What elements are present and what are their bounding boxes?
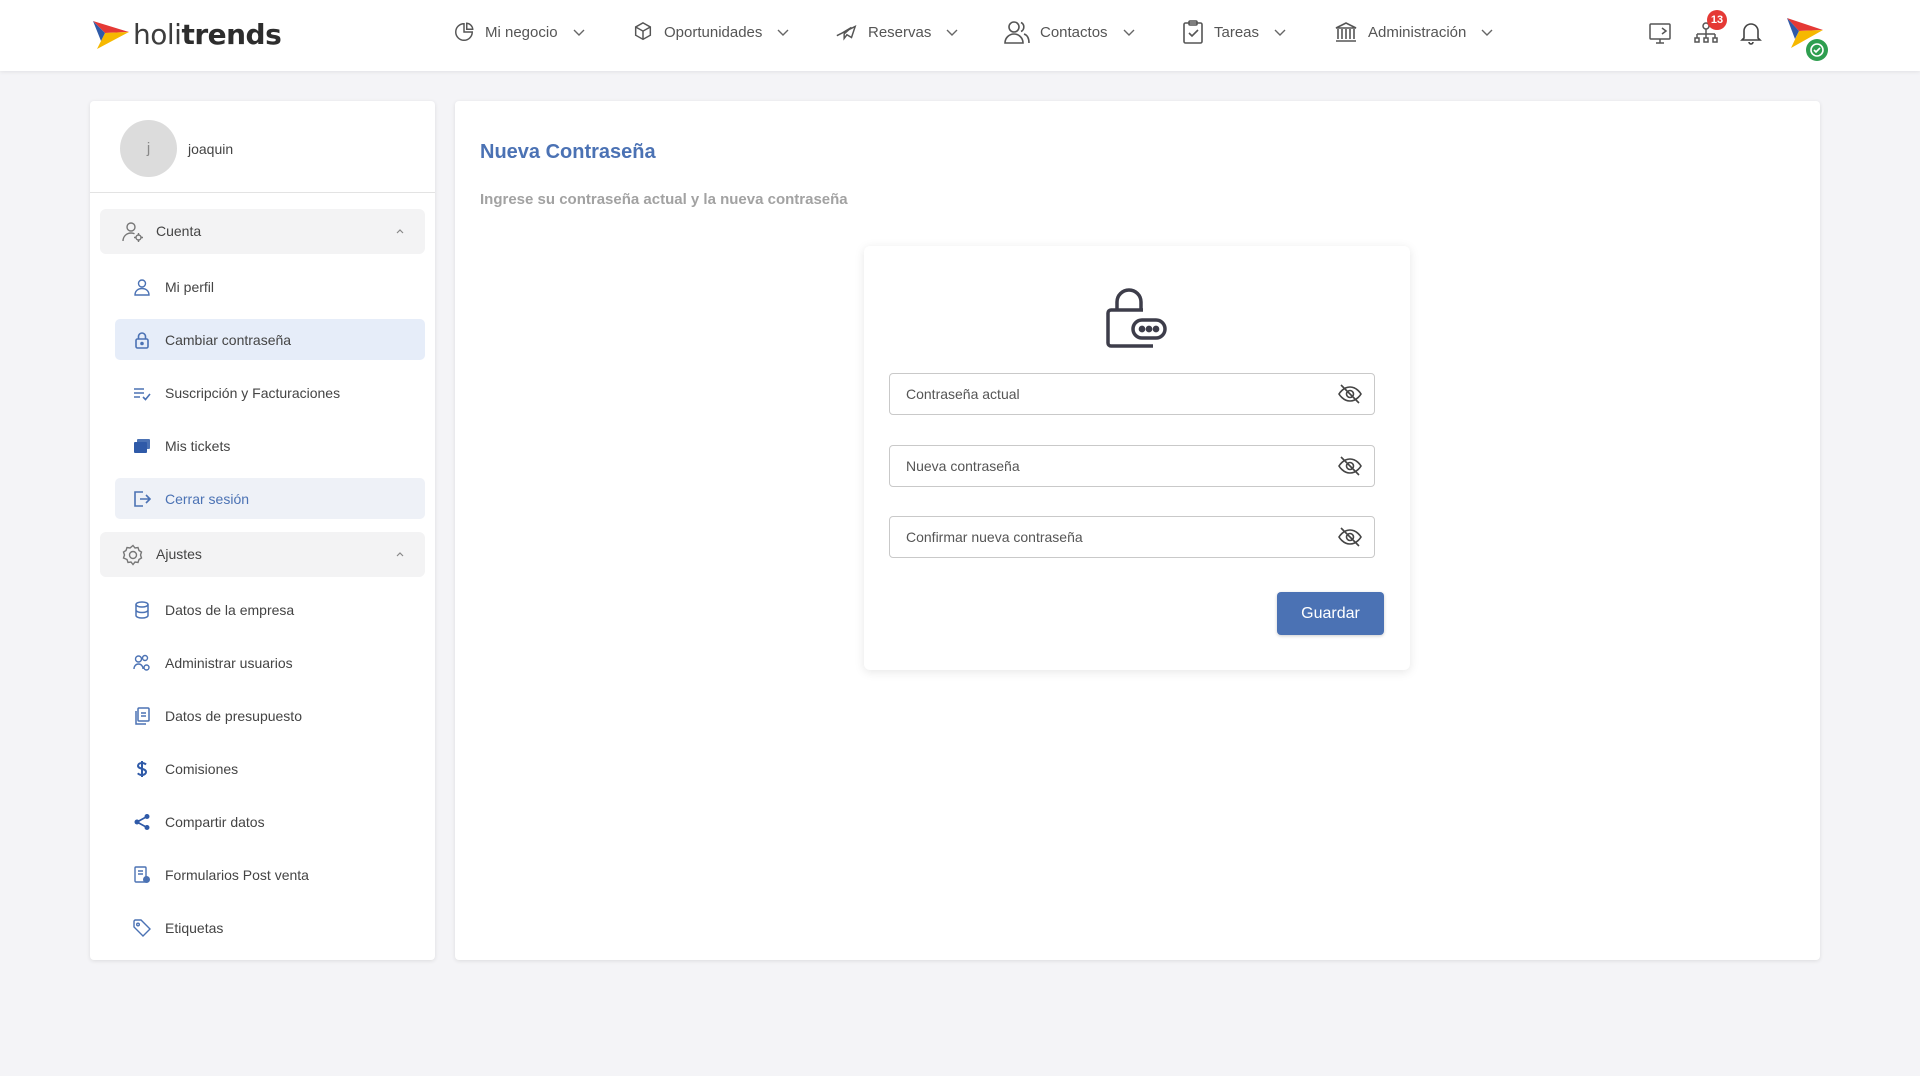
eye-off-icon[interactable] [1338,383,1362,405]
sidebar-item-suscripcion[interactable]: Suscripción y Facturaciones [115,372,425,413]
bank-icon [1335,22,1357,42]
sidebar-item-cerrar-sesion[interactable]: Cerrar sesión [115,478,425,519]
sidebar-item-comisiones[interactable]: Comisiones [115,748,425,789]
form-icon [134,866,150,883]
sidebar-item-datos-empresa[interactable]: Datos de la empresa [115,589,425,630]
airplane-icon [836,25,857,41]
chevron-up-icon [396,229,404,234]
eye-off-icon[interactable] [1338,455,1362,477]
user-profile-row: j joaquin [90,101,435,193]
password-form-card: Guardar [864,246,1410,670]
new-password-field[interactable] [889,445,1375,487]
brand-arrow-icon [93,21,129,49]
brand-arrow-icon [1787,18,1828,61]
chevron-down-icon [777,29,789,36]
page-subtitle: Ingrese su contraseña actual y la nueva … [480,191,848,208]
dollar-icon [136,761,148,777]
confirm-password-field[interactable] [889,516,1375,558]
user-gear-icon [122,222,143,242]
lock-icon [135,332,149,349]
chevron-down-icon [1274,29,1286,36]
user-avatar-menu[interactable] [1785,14,1829,62]
sidebar-item-mi-perfil[interactable]: Mi perfil [115,266,425,307]
nav-administracion[interactable]: Administración [1334,16,1494,48]
chevron-down-icon [1123,29,1135,36]
password-lock-icon [1106,288,1167,348]
sidebar-item-formularios[interactable]: Formularios Post venta [115,854,425,895]
share-icon [134,814,150,830]
avatar: j [120,120,177,177]
current-password-input[interactable] [890,374,1330,414]
nav-contactos[interactable]: Contactos [1004,16,1136,48]
nav-mi-negocio[interactable]: Mi negocio [453,16,586,48]
clipboard-icon [1183,20,1203,44]
users-gear-icon [133,654,150,671]
sidebar-item-compartir-datos[interactable]: Compartir datos [115,801,425,842]
section-ajustes[interactable]: Ajustes [100,532,425,577]
chevron-down-icon [573,29,585,36]
pie-chart-icon [455,22,474,41]
section-cuenta[interactable]: Cuenta [100,209,425,254]
tag-icon [133,919,151,937]
tickets-icon [134,439,150,453]
users-icon [1004,21,1030,44]
chevron-down-icon [1481,29,1493,36]
sidebar-item-administrar-usuarios[interactable]: Administrar usuarios [115,642,425,683]
top-navbar: holitrends Mi negocio Oportunidades Rese… [0,0,1920,71]
chevron-up-icon [396,552,404,557]
page-title: Nueva Contraseña [480,141,656,163]
screen-share-icon[interactable] [1648,20,1674,46]
user-icon [134,279,150,296]
nav-oportunidades[interactable]: Oportunidades [632,16,790,48]
sidebar-item-cambiar-contrasena[interactable]: Cambiar contraseña [115,319,425,360]
eye-off-icon[interactable] [1338,526,1362,548]
new-password-input[interactable] [890,446,1330,486]
list-check-icon [134,388,151,401]
notification-count-badge: 13 [1707,10,1727,30]
chevron-down-icon [946,29,958,36]
save-button[interactable]: Guardar [1277,592,1384,635]
nav-tareas[interactable]: Tareas [1182,16,1287,48]
main-content: Nueva Contraseña Ingrese su contraseña a… [455,101,1820,960]
brand-logo[interactable]: holitrends [91,14,282,54]
account-sidebar: j joaquin Cuenta Mi perfil Cambiar contr… [90,101,435,960]
sidebar-item-datos-presupuesto[interactable]: Datos de presupuesto [115,695,425,736]
box-icon [634,21,652,41]
confirm-password-input[interactable] [890,517,1330,557]
current-password-field[interactable] [889,373,1375,415]
document-icon [135,707,150,725]
gear-icon [122,544,143,566]
sidebar-item-mis-tickets[interactable]: Mis tickets [115,425,425,466]
user-name: joaquin [188,141,234,157]
bell-icon[interactable] [1738,20,1764,46]
brand-name: holitrends [133,17,282,51]
sidebar-item-etiquetas[interactable]: Etiquetas [115,907,425,948]
nav-reservas[interactable]: Reservas [834,16,959,48]
database-icon [135,601,149,619]
logout-icon [134,491,151,507]
